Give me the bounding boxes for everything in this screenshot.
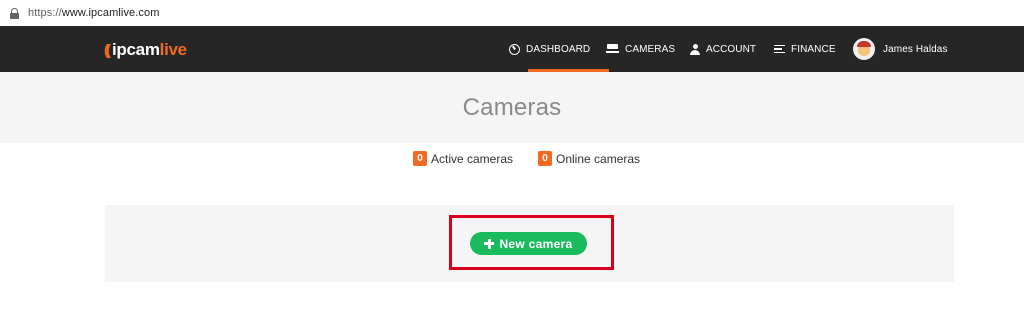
nav-cameras-label: CAMERAS: [625, 43, 676, 55]
title-band: Cameras: [0, 72, 1024, 143]
lock-icon: [10, 7, 19, 19]
active-cameras-label: Active cameras: [431, 151, 514, 166]
url-text[interactable]: https://www.ipcamlive.com: [28, 7, 160, 19]
new-camera-label: New camera: [499, 236, 573, 251]
plus-icon: [484, 238, 495, 249]
new-camera-button[interactable]: New camera: [470, 232, 587, 255]
page-title: Cameras: [462, 94, 562, 121]
lines-icon: [774, 44, 785, 54]
user-icon: [690, 43, 700, 55]
online-cameras-label: Online cameras: [556, 151, 641, 166]
nav-account[interactable]: ACCOUNT: [690, 26, 756, 72]
nav-user-menu[interactable]: James Haldas: [853, 26, 948, 72]
nav-finance-label: FINANCE: [791, 43, 836, 55]
online-count-badge: 0: [538, 151, 552, 166]
avatar: [853, 38, 875, 60]
nav-dashboard-label: DASHBOARD: [526, 43, 591, 55]
signal-waves-icon: ((: [104, 41, 111, 59]
address-bar[interactable]: https://www.ipcamlive.com: [0, 0, 1024, 26]
nav-dashboard[interactable]: DASHBOARD: [509, 26, 610, 72]
active-count-badge: 0: [413, 151, 427, 166]
top-navbar: (( ipcam live DASHBOARD CAMERAS ACCOUNT F…: [0, 26, 1024, 72]
camera-stats: 0 Active cameras 0 Online cameras: [0, 151, 1024, 167]
nav-finance[interactable]: FINANCE: [774, 26, 836, 72]
active-cameras-stat: 0 Active cameras: [413, 151, 513, 166]
nav-cameras[interactable]: CAMERAS: [606, 26, 675, 72]
camera-icon: [606, 44, 619, 54]
user-name: James Haldas: [883, 43, 948, 55]
nav-account-label: ACCOUNT: [706, 43, 757, 55]
online-cameras-stat: 0 Online cameras: [538, 151, 640, 166]
ipcamlive-logo[interactable]: (( ipcam live: [104, 39, 187, 61]
dashboard-icon: [509, 43, 520, 55]
